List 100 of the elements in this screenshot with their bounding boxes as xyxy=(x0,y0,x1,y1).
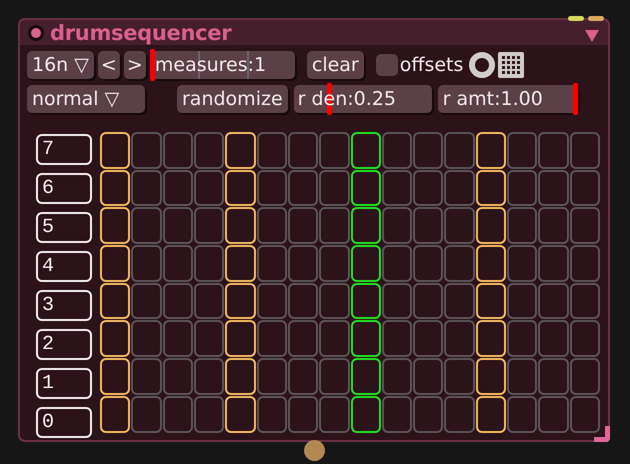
step-cell[interactable] xyxy=(507,358,538,395)
step-cell[interactable] xyxy=(413,320,444,358)
step-cell[interactable] xyxy=(225,396,256,432)
step-cell[interactable] xyxy=(100,170,130,206)
step-cell[interactable] xyxy=(194,245,224,282)
step-cell[interactable] xyxy=(225,245,256,282)
step-cell[interactable] xyxy=(256,245,287,282)
step-cell[interactable] xyxy=(100,282,130,320)
step-cell[interactable] xyxy=(131,396,162,432)
step-cell[interactable] xyxy=(225,132,256,169)
step-cell[interactable] xyxy=(570,320,600,358)
step-cell[interactable] xyxy=(570,245,600,282)
slider-thumb[interactable] xyxy=(572,82,578,114)
step-cell[interactable] xyxy=(194,170,224,206)
step-cell[interactable] xyxy=(194,396,224,432)
step-cell[interactable] xyxy=(319,170,350,206)
step-cell[interactable] xyxy=(413,245,444,282)
step-cell[interactable] xyxy=(476,132,506,169)
step-cell[interactable] xyxy=(444,396,475,432)
step-cell[interactable] xyxy=(194,132,224,169)
step-cell[interactable] xyxy=(256,320,287,358)
step-cell[interactable] xyxy=(162,245,193,282)
collapse-icon[interactable] xyxy=(584,28,600,42)
step-cell[interactable] xyxy=(100,396,130,432)
step-cell[interactable] xyxy=(350,245,381,282)
step-cell[interactable] xyxy=(538,132,569,169)
step-cell[interactable] xyxy=(288,358,318,395)
step-cell[interactable] xyxy=(413,396,444,432)
step-cell[interactable] xyxy=(225,282,256,320)
step-cell[interactable] xyxy=(413,170,444,206)
step-cell[interactable] xyxy=(225,358,256,395)
step-cell[interactable] xyxy=(288,207,318,244)
step-cell[interactable] xyxy=(507,170,538,206)
amount-slider[interactable]: r amt:1.00 xyxy=(438,84,578,112)
step-cell[interactable] xyxy=(350,320,381,358)
step-cell[interactable] xyxy=(413,282,444,320)
step-cell[interactable] xyxy=(413,358,444,395)
step-cell[interactable] xyxy=(350,207,381,244)
step-cell[interactable] xyxy=(162,170,193,206)
step-cell[interactable] xyxy=(350,396,381,432)
step-cell[interactable] xyxy=(444,282,475,320)
step-cell[interactable] xyxy=(194,207,224,244)
step-cell[interactable] xyxy=(382,282,412,320)
step-cell[interactable] xyxy=(476,396,506,432)
step-cell[interactable] xyxy=(476,282,506,320)
step-cell[interactable] xyxy=(256,170,287,206)
step-cell[interactable] xyxy=(100,132,130,169)
step-cell[interactable] xyxy=(382,358,412,395)
division-dropdown[interactable]: 16n ▽ xyxy=(27,50,94,78)
step-cell[interactable] xyxy=(570,132,600,169)
resize-handle[interactable] xyxy=(594,426,610,442)
step-cell[interactable] xyxy=(413,132,444,169)
step-cell[interactable] xyxy=(225,170,256,206)
step-cell[interactable] xyxy=(288,170,318,206)
step-cell[interactable] xyxy=(225,207,256,244)
step-cell[interactable] xyxy=(131,320,162,358)
step-cell[interactable] xyxy=(570,207,600,244)
step-cell[interactable] xyxy=(131,358,162,395)
step-cell[interactable] xyxy=(570,170,600,206)
step-cell[interactable] xyxy=(256,282,287,320)
outlet-port[interactable] xyxy=(304,440,325,461)
step-cell[interactable] xyxy=(131,282,162,320)
step-cell[interactable] xyxy=(350,358,381,395)
step-cell[interactable] xyxy=(444,245,475,282)
step-cell[interactable] xyxy=(570,282,600,320)
step-cell[interactable] xyxy=(131,245,162,282)
step-cell[interactable] xyxy=(350,282,381,320)
step-cell[interactable] xyxy=(444,320,475,358)
step-cell[interactable] xyxy=(476,320,506,358)
step-cell[interactable] xyxy=(350,132,381,169)
step-cell[interactable] xyxy=(319,320,350,358)
step-cell[interactable] xyxy=(444,207,475,244)
step-cell[interactable] xyxy=(194,282,224,320)
step-cell[interactable] xyxy=(444,358,475,395)
step-cell[interactable] xyxy=(162,132,193,169)
step-cell[interactable] xyxy=(538,396,569,432)
step-cell[interactable] xyxy=(507,396,538,432)
step-cell[interactable] xyxy=(162,358,193,395)
step-cell[interactable] xyxy=(476,358,506,395)
step-cell[interactable] xyxy=(507,245,538,282)
step-cell[interactable] xyxy=(100,320,130,358)
step-cell[interactable] xyxy=(162,396,193,432)
step-cell[interactable] xyxy=(538,320,569,358)
step-cell[interactable] xyxy=(413,207,444,244)
previous-button[interactable]: < xyxy=(98,50,120,78)
step-cell[interactable] xyxy=(319,358,350,395)
step-cell[interactable] xyxy=(256,358,287,395)
step-cell[interactable] xyxy=(538,245,569,282)
step-cell[interactable] xyxy=(131,207,162,244)
step-cell[interactable] xyxy=(162,320,193,358)
grid-icon[interactable] xyxy=(497,50,526,78)
mode-dropdown[interactable]: normal ▽ xyxy=(27,84,145,112)
offsets-checkbox[interactable] xyxy=(376,54,398,76)
step-cell[interactable] xyxy=(256,396,287,432)
step-cell[interactable] xyxy=(350,170,381,206)
step-cell[interactable] xyxy=(507,320,538,358)
step-cell[interactable] xyxy=(382,245,412,282)
step-cell[interactable] xyxy=(288,320,318,358)
step-cell[interactable] xyxy=(100,207,130,244)
step-cell[interactable] xyxy=(288,132,318,169)
